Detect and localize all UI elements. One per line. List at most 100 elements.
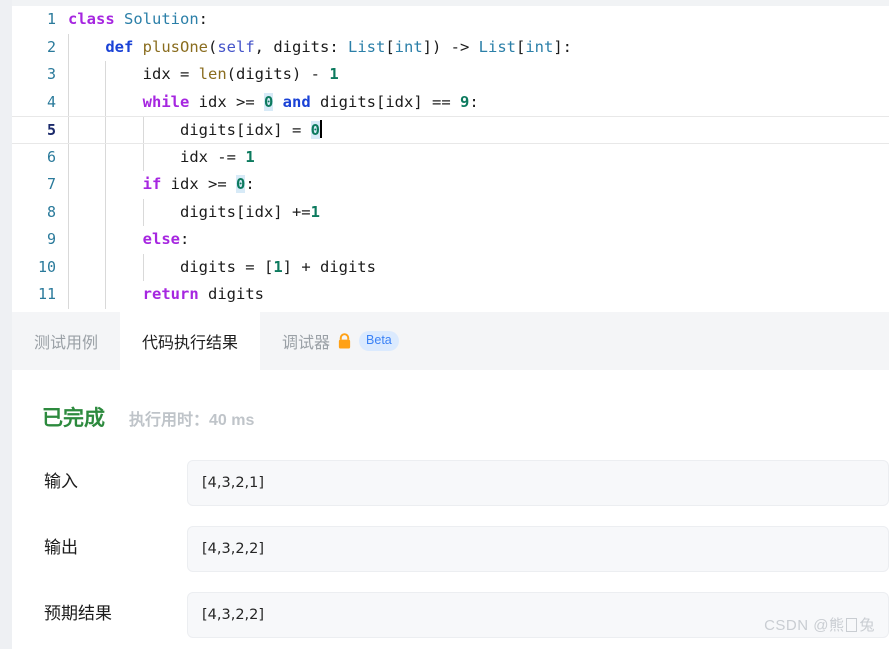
code-line[interactable]: 2 def plusOne(self, digits: List[int]) -… — [12, 34, 889, 62]
code-token: len — [198, 65, 227, 83]
code-line[interactable]: 7 if idx >= 0: — [12, 171, 889, 199]
status-badge: 已完成 — [42, 407, 105, 430]
code-token: : — [469, 92, 479, 111]
code-token: plusOne — [142, 37, 208, 56]
io-row-1: 输出 [4,3,2,2] — [12, 526, 889, 572]
code-token: class — [68, 10, 115, 28]
code-token: 0 — [263, 92, 274, 111]
lock-icon — [337, 332, 352, 350]
code-line[interactable]: 8 digits[idx] +=1 — [12, 199, 889, 227]
watermark-suffix: 兔 — [859, 617, 875, 634]
status-row: 已完成 执行用时：40 ms — [12, 402, 889, 432]
tab-1[interactable]: 代码执行结果 — [120, 312, 261, 370]
tab-0[interactable]: 测试用例 — [12, 312, 120, 370]
code-line-text: digits[idx] +=1 — [68, 199, 320, 227]
code-line-text: idx = len(digits) - 1 — [68, 61, 339, 89]
line-number: 10 — [37, 257, 56, 276]
code-token: 1 — [310, 202, 320, 221]
tab-label: 调试器 — [282, 335, 331, 352]
result-tabbar[interactable]: 测试用例 代码执行结果 调试器 Beta — [12, 312, 889, 370]
code-line[interactable]: 3 idx = len(digits) - 1 — [12, 61, 889, 89]
code-line[interactable]: 9 else: — [12, 226, 889, 254]
io-value[interactable]: [4,3,2,2] — [187, 526, 889, 572]
code-area[interactable]: 1 class Solution: 2 def plusOne(self, digi… — [12, 6, 889, 312]
runtime-label: 执行用时： — [129, 412, 210, 429]
io-label: 输出 — [44, 538, 78, 557]
code-token: (digits) - — [226, 65, 330, 83]
code-editor[interactable]: 1 class Solution: 2 def plusOne(self, digi… — [12, 6, 889, 312]
code-line-text: return digits — [68, 281, 264, 309]
io-value[interactable]: [4,3,2,1] — [187, 460, 889, 506]
line-number: 8 — [46, 202, 56, 221]
line-number: 1 — [46, 10, 56, 28]
code-token: List — [348, 37, 386, 56]
code-token: List — [478, 37, 516, 56]
line-number: 7 — [46, 175, 56, 193]
watermark-prefix: CSDN @熊 — [764, 617, 845, 634]
code-line-text: digits = [1] + digits — [68, 254, 376, 282]
code-token: idx = — [68, 65, 199, 83]
code-token: 0 — [235, 175, 246, 193]
code-token: digits = [ — [68, 257, 274, 276]
tab-label: 测试用例 — [34, 335, 99, 352]
code-token: int — [525, 37, 554, 56]
line-number: 5 — [46, 121, 56, 139]
code-token: , digits: — [254, 37, 348, 56]
line-number: 3 — [46, 65, 56, 83]
code-token: self — [217, 37, 255, 56]
code-token: Solution — [124, 10, 199, 28]
missing-glyph-icon — [846, 618, 858, 632]
code-token: 1 — [329, 65, 339, 83]
code-line[interactable]: 11 return digits — [12, 281, 889, 309]
code-token: 1 — [273, 257, 283, 276]
code-token: int — [394, 37, 423, 56]
code-line[interactable]: 10 digits = [1] + digits — [12, 254, 889, 282]
code-token: digits[idx] == — [310, 92, 460, 111]
io-row-0: 输入 [4,3,2,1] — [12, 460, 889, 506]
code-token: 0 — [310, 121, 320, 139]
code-token: ( — [208, 37, 218, 56]
code-token: and — [282, 92, 311, 111]
code-token: return — [142, 285, 199, 303]
code-token: if — [142, 175, 162, 193]
code-line[interactable]: 5 digits[idx] = 0 — [12, 116, 889, 144]
io-rows: 输入 [4,3,2,1] 输出 [4,3,2,2] 预期结果 [4,3,2,2] — [12, 460, 889, 638]
code-line[interactable]: 4 while idx >= 0 and digits[idx] == 9: — [12, 89, 889, 117]
code-token: idx >= — [189, 92, 264, 111]
code-line-text: else: — [68, 226, 190, 254]
code-token: : — [245, 175, 255, 193]
code-line-text: idx -= 1 — [68, 144, 255, 172]
tab-2[interactable]: 调试器 Beta — [260, 312, 421, 370]
runtime-value: 40 ms — [209, 412, 255, 429]
code-token: ]: — [553, 37, 573, 56]
beta-badge: Beta — [359, 331, 399, 351]
line-number: 6 — [46, 147, 56, 166]
line-number: 11 — [37, 285, 56, 303]
code-token: digits[idx] = — [68, 121, 311, 139]
line-number: 9 — [46, 230, 56, 248]
csdn-watermark: CSDN @熊兔 — [764, 614, 875, 635]
code-line[interactable]: 1 class Solution: — [12, 6, 889, 34]
tab-label: 代码执行结果 — [142, 335, 239, 352]
code-token: ]) -> — [422, 37, 479, 56]
code-line[interactable]: 6 idx -= 1 — [12, 144, 889, 172]
code-token: 1 — [245, 147, 255, 166]
code-token: idx -= — [68, 147, 246, 166]
code-token: [ — [385, 37, 395, 56]
line-number: 2 — [46, 37, 56, 56]
code-line-text: while idx >= 0 and digits[idx] == 9: — [68, 89, 479, 117]
code-line-text: digits[idx] = 0 — [68, 117, 322, 145]
code-token: idx >= — [161, 175, 236, 193]
code-line-text: def plusOne(self, digits: List[int]) -> … — [68, 34, 572, 62]
text-cursor — [319, 120, 322, 138]
app-root: 1 class Solution: 2 def plusOne(self, digi… — [0, 0, 889, 649]
code-token: [ — [516, 37, 526, 56]
